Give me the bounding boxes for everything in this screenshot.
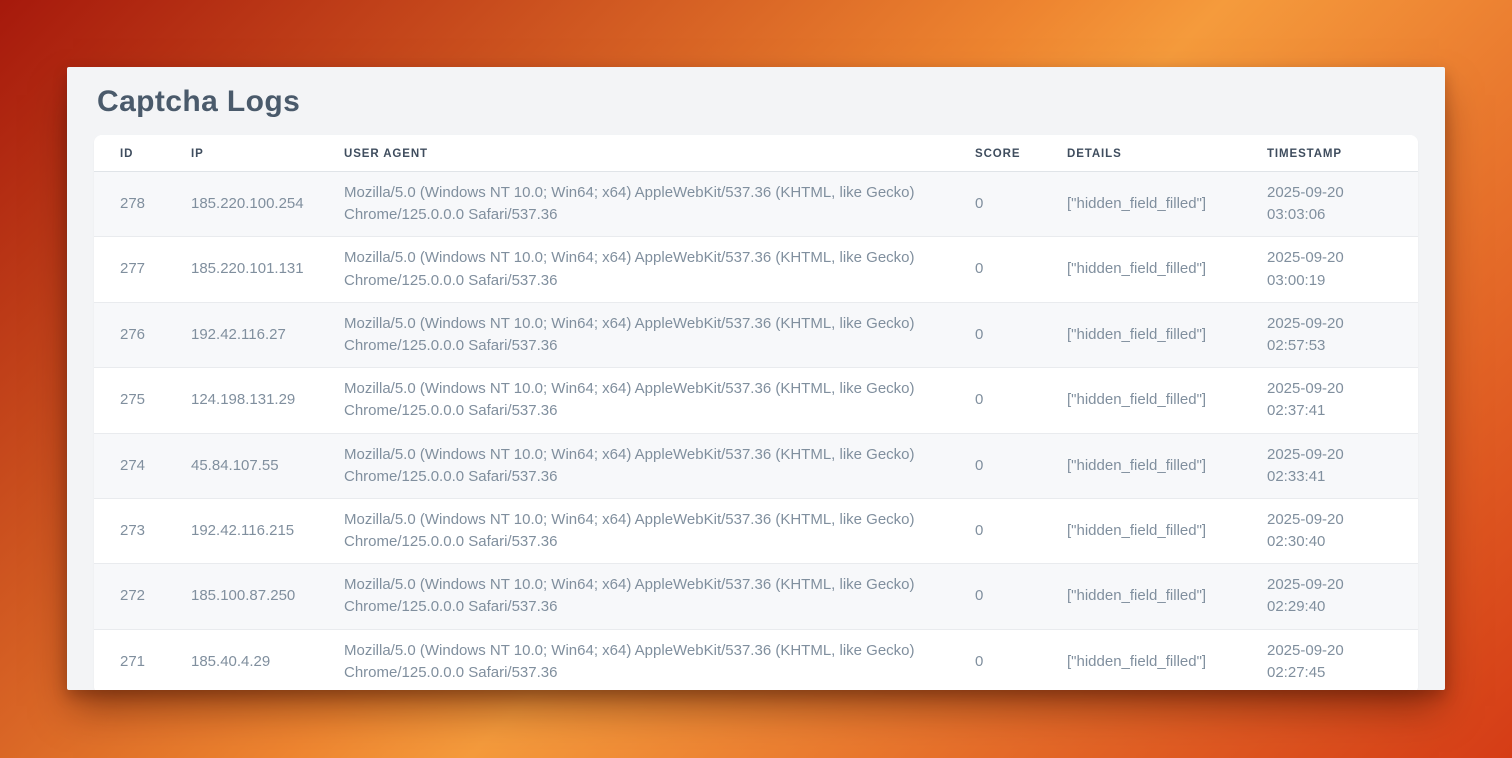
cell-ip: 185.40.4.29 — [191, 629, 344, 690]
cell-score: 0 — [975, 433, 1067, 498]
cell-ip: 185.220.101.131 — [191, 237, 344, 302]
cell-details: ["hidden_field_filled"] — [1067, 629, 1267, 690]
cell-ip: 185.100.87.250 — [191, 564, 344, 629]
cell-details: ["hidden_field_filled"] — [1067, 237, 1267, 302]
cell-user-agent: Mozilla/5.0 (Windows NT 10.0; Win64; x64… — [344, 237, 975, 302]
cell-timestamp: 2025-09-20 03:00:19 — [1267, 237, 1418, 302]
table-row: 276 192.42.116.27 Mozilla/5.0 (Windows N… — [94, 302, 1418, 367]
cell-ip: 192.42.116.27 — [191, 302, 344, 367]
table-row: 277 185.220.101.131 Mozilla/5.0 (Windows… — [94, 237, 1418, 302]
cell-details: ["hidden_field_filled"] — [1067, 368, 1267, 433]
cell-id: 273 — [94, 498, 191, 563]
cell-user-agent: Mozilla/5.0 (Windows NT 10.0; Win64; x64… — [344, 629, 975, 690]
cell-ip: 124.198.131.29 — [191, 368, 344, 433]
cell-timestamp: 2025-09-20 02:33:41 — [1267, 433, 1418, 498]
cell-id: 277 — [94, 237, 191, 302]
cell-details: ["hidden_field_filled"] — [1067, 302, 1267, 367]
table-row: 272 185.100.87.250 Mozilla/5.0 (Windows … — [94, 564, 1418, 629]
cell-details: ["hidden_field_filled"] — [1067, 433, 1267, 498]
cell-id: 272 — [94, 564, 191, 629]
cell-timestamp: 2025-09-20 02:29:40 — [1267, 564, 1418, 629]
table-row: 275 124.198.131.29 Mozilla/5.0 (Windows … — [94, 368, 1418, 433]
cell-timestamp: 2025-09-20 02:27:45 — [1267, 629, 1418, 690]
cell-user-agent: Mozilla/5.0 (Windows NT 10.0; Win64; x64… — [344, 564, 975, 629]
column-header-timestamp: TIMESTAMP — [1267, 135, 1418, 172]
logs-table: ID IP USER AGENT SCORE DETAILS TIMESTAMP… — [94, 135, 1418, 690]
cell-score: 0 — [975, 629, 1067, 690]
cell-id: 275 — [94, 368, 191, 433]
cell-score: 0 — [975, 368, 1067, 433]
cell-timestamp: 2025-09-20 02:30:40 — [1267, 498, 1418, 563]
column-header-score: SCORE — [975, 135, 1067, 172]
table-row: 278 185.220.100.254 Mozilla/5.0 (Windows… — [94, 172, 1418, 237]
cell-user-agent: Mozilla/5.0 (Windows NT 10.0; Win64; x64… — [344, 498, 975, 563]
column-header-id: ID — [94, 135, 191, 172]
cell-timestamp: 2025-09-20 02:57:53 — [1267, 302, 1418, 367]
cell-details: ["hidden_field_filled"] — [1067, 564, 1267, 629]
cell-timestamp: 2025-09-20 03:03:06 — [1267, 172, 1418, 237]
column-header-details: DETAILS — [1067, 135, 1267, 172]
logs-table-body: 278 185.220.100.254 Mozilla/5.0 (Windows… — [94, 172, 1418, 691]
table-row: 271 185.40.4.29 Mozilla/5.0 (Windows NT … — [94, 629, 1418, 690]
cell-score: 0 — [975, 302, 1067, 367]
cell-details: ["hidden_field_filled"] — [1067, 172, 1267, 237]
cell-user-agent: Mozilla/5.0 (Windows NT 10.0; Win64; x64… — [344, 368, 975, 433]
cell-details: ["hidden_field_filled"] — [1067, 498, 1267, 563]
captcha-logs-card: Captcha Logs ID IP USER AGENT SCORE DETA… — [67, 67, 1445, 690]
cell-id: 274 — [94, 433, 191, 498]
cell-score: 0 — [975, 237, 1067, 302]
cell-ip: 185.220.100.254 — [191, 172, 344, 237]
cell-score: 0 — [975, 172, 1067, 237]
cell-id: 271 — [94, 629, 191, 690]
cell-ip: 45.84.107.55 — [191, 433, 344, 498]
cell-score: 0 — [975, 498, 1067, 563]
cell-id: 276 — [94, 302, 191, 367]
cell-score: 0 — [975, 564, 1067, 629]
cell-id: 278 — [94, 172, 191, 237]
column-header-user-agent: USER AGENT — [344, 135, 975, 172]
page-title: Captcha Logs — [97, 85, 1415, 119]
table-row: 273 192.42.116.215 Mozilla/5.0 (Windows … — [94, 498, 1418, 563]
column-header-ip: IP — [191, 135, 344, 172]
logs-table-container: ID IP USER AGENT SCORE DETAILS TIMESTAMP… — [94, 135, 1418, 690]
cell-timestamp: 2025-09-20 02:37:41 — [1267, 368, 1418, 433]
cell-user-agent: Mozilla/5.0 (Windows NT 10.0; Win64; x64… — [344, 302, 975, 367]
cell-ip: 192.42.116.215 — [191, 498, 344, 563]
table-row: 274 45.84.107.55 Mozilla/5.0 (Windows NT… — [94, 433, 1418, 498]
cell-user-agent: Mozilla/5.0 (Windows NT 10.0; Win64; x64… — [344, 433, 975, 498]
cell-user-agent: Mozilla/5.0 (Windows NT 10.0; Win64; x64… — [344, 172, 975, 237]
logs-table-header: ID IP USER AGENT SCORE DETAILS TIMESTAMP — [94, 135, 1418, 172]
